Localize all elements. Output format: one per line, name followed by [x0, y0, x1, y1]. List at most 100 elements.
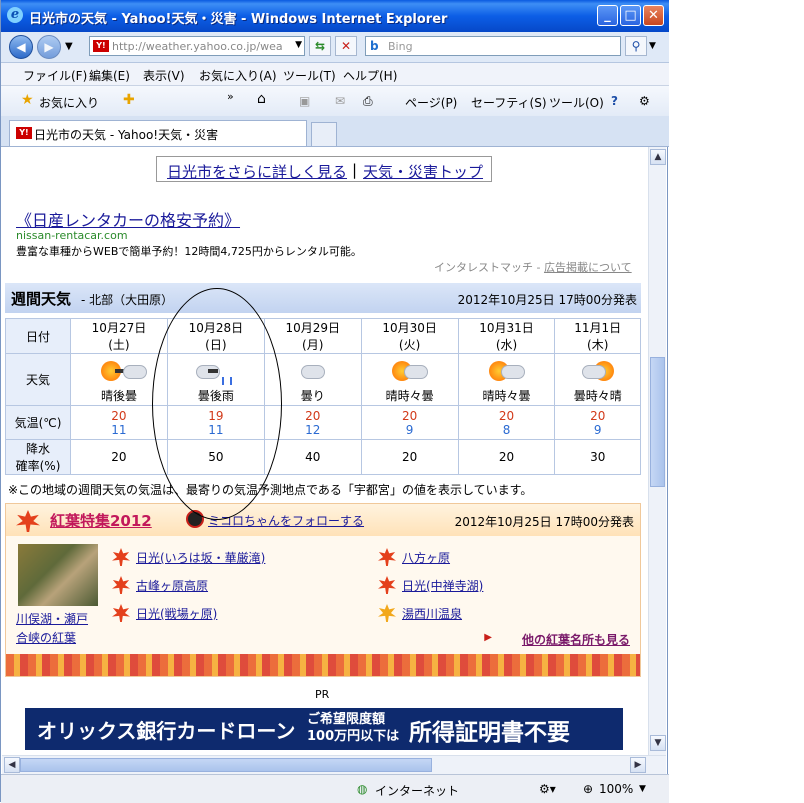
- banner-sub-text: ご希望限度額 100万円以下は: [307, 711, 399, 745]
- ad-url[interactable]: nissan-rentacar.com: [16, 229, 128, 242]
- forward-button[interactable]: ▶: [37, 35, 61, 59]
- spot-link[interactable]: 日光(いろは坂・華厳滝): [136, 549, 265, 566]
- search-button[interactable]: ⚲: [625, 36, 647, 56]
- date-cell: 10月30日 (火): [360, 318, 459, 354]
- photo-caption-link[interactable]: 川俣湖・瀬戸 合峡の紅葉: [16, 610, 88, 648]
- spot-link[interactable]: 古峰ヶ原高原: [136, 577, 208, 594]
- url-field[interactable]: Y! http://weather.yahoo.co.jp/weathe ▼: [89, 36, 305, 56]
- chevron-more-icon[interactable]: »: [227, 90, 234, 103]
- feeds-icon[interactable]: ▣: [299, 94, 310, 108]
- vertical-scroll-thumb[interactable]: [650, 357, 665, 487]
- weather-top-link[interactable]: 天気・災害トップ: [363, 161, 483, 182]
- command-bar: ★ お気に入り ✚ » ⌂ ▣ ✉ ⎙ ページ(P) セーフティ(S) ツール(…: [1, 86, 669, 117]
- spot-link[interactable]: 八方ヶ原: [402, 549, 450, 566]
- weather-text: 曇時々晴: [573, 389, 622, 403]
- internet-zone-icon: ◍: [357, 782, 368, 796]
- search-field[interactable]: b Bing: [365, 36, 621, 56]
- weather-cell: 曇時々晴: [554, 353, 641, 406]
- tab-current[interactable]: Y! 日光市の天気 - Yahoo!天気・災害: [9, 120, 307, 146]
- minimize-button[interactable]: _: [597, 5, 618, 26]
- safety-menu[interactable]: セーフティ(S): [471, 94, 547, 111]
- back-button[interactable]: ◀: [9, 35, 33, 59]
- temp-low: 9: [405, 422, 414, 437]
- menu-file[interactable]: ファイル(F): [23, 67, 87, 84]
- close-button[interactable]: ✕: [643, 5, 664, 26]
- ad-info-link[interactable]: 広告掲載について: [544, 261, 632, 274]
- menu-tools[interactable]: ツール(T): [283, 67, 336, 84]
- detail-link[interactable]: 日光市をさらに詳しく見る: [167, 161, 347, 182]
- scroll-down-icon[interactable]: ▼: [650, 735, 666, 751]
- ad-note-prefix: インタレストマッチ -: [434, 261, 544, 274]
- menu-edit[interactable]: 編集(E): [89, 67, 130, 84]
- row-label-date: 日付: [5, 318, 71, 354]
- menu-favorites[interactable]: お気に入り(A): [199, 67, 277, 84]
- add-favorite-icon[interactable]: ✚: [123, 92, 135, 108]
- zoom-level[interactable]: 100%: [599, 782, 633, 796]
- spot-link[interactable]: 日光(中禅寺湖): [402, 577, 483, 594]
- ad-banner[interactable]: オリックス銀行カードローン ご希望限度額 100万円以下は 所得証明書不要: [25, 708, 623, 750]
- date-cell: 11月1日 (木): [554, 318, 641, 354]
- leaves-decoration: [6, 654, 640, 676]
- menu-bar: ファイル(F) 編集(E) 表示(V) お気に入り(A) ツール(T) ヘルプ(…: [1, 63, 669, 86]
- autumn-title-link[interactable]: 紅葉特集2012: [50, 510, 152, 531]
- rain-cell: 20: [457, 439, 556, 475]
- title-bar: e 日光市の天気 - Yahoo!天気・災害 - Windows Interne…: [1, 0, 669, 32]
- temp-high: 20: [590, 408, 606, 423]
- autumn-header: 紅葉特集2012 ミコロちゃんをフォローする 2012年10月25日 17時00…: [6, 504, 640, 536]
- new-tab-button[interactable]: [311, 122, 337, 146]
- banner-main-text: オリックス銀行カードローン: [37, 719, 296, 743]
- home-icon[interactable]: ⌂: [257, 91, 266, 107]
- research-icon[interactable]: ⚙: [639, 94, 650, 108]
- protected-mode-icon[interactable]: ⚙▾: [539, 782, 556, 796]
- scroll-left-icon[interactable]: ◀: [4, 757, 20, 773]
- photo-caption-1: 川俣湖・瀬戸: [16, 612, 89, 626]
- maple-leaf-icon: [112, 548, 130, 566]
- weekly-header: 週間天気 - 北部（大田原） 2012年10月25日 17時00分発表: [5, 283, 641, 313]
- ad-title-link[interactable]: 《日産レンタカーの格安予約》: [16, 207, 240, 231]
- menu-help[interactable]: ヘルプ(H): [343, 67, 397, 84]
- more-spots-link[interactable]: 他の紅葉名所も見る: [522, 631, 630, 648]
- dow-text: (火): [398, 338, 421, 352]
- rain-cell: 40: [263, 439, 362, 475]
- sun-sometimes-cloud-icon: [390, 359, 430, 385]
- maximize-button[interactable]: □: [620, 5, 641, 26]
- status-bar: ◍ インターネット ⚙▾ ⊕ 100% ▼: [1, 774, 669, 803]
- date-text: 10月29日: [285, 321, 340, 335]
- autumn-photo[interactable]: [18, 544, 98, 606]
- help-icon[interactable]: ?: [611, 94, 618, 108]
- autumn-published: 2012年10月25日 17時00分発表: [454, 515, 634, 529]
- horizontal-scrollbar[interactable]: ◀ ▶: [2, 755, 666, 774]
- page-menu[interactable]: ページ(P): [405, 94, 457, 111]
- print-icon[interactable]: ⎙: [363, 94, 373, 109]
- menu-view[interactable]: 表示(V): [143, 67, 185, 84]
- ad-description: 豊富な車種からWEBで簡単予約！12時間4,725円からレンタル可能。: [16, 245, 362, 258]
- temp-low: 8: [502, 422, 511, 437]
- search-options-icon[interactable]: ▼: [649, 41, 656, 51]
- spot-link[interactable]: 日光(戦場ヶ原): [136, 605, 217, 622]
- ad-note: インタレストマッチ - 広告掲載について: [434, 259, 632, 275]
- stop-button[interactable]: ✕: [335, 36, 357, 56]
- cloud-icon: [293, 359, 333, 385]
- history-dropdown-icon[interactable]: ▼: [65, 41, 73, 52]
- weather-cell: 晴時々曇: [457, 353, 556, 406]
- scroll-right-icon[interactable]: ▶: [630, 757, 646, 773]
- weather-cell: 晴時々曇: [360, 353, 459, 406]
- scroll-up-icon[interactable]: ▲: [650, 149, 666, 165]
- refresh-button[interactable]: ⇆: [309, 36, 331, 56]
- weather-text: 晴後曇: [100, 389, 137, 403]
- mail-icon[interactable]: ✉: [335, 94, 345, 108]
- zone-text: インターネット: [375, 784, 460, 798]
- url-dropdown-icon[interactable]: ▼: [295, 40, 302, 50]
- weekly-title: 週間天気: [11, 290, 72, 308]
- horizontal-scroll-thumb[interactable]: [20, 758, 432, 772]
- tools-menu[interactable]: ツール(O): [549, 94, 604, 111]
- vertical-scrollbar[interactable]: ▲ ▼: [648, 147, 666, 755]
- favorites-button[interactable]: お気に入り: [39, 94, 99, 111]
- banner-sub-1: ご希望限度額: [307, 712, 386, 727]
- zoom-dropdown-icon[interactable]: ▼: [639, 784, 646, 794]
- browser-window: e 日光市の天気 - Yahoo!天気・災害 - Windows Interne…: [0, 0, 669, 803]
- yellow-leaf-icon: [378, 604, 396, 622]
- spot-link[interactable]: 湯西川温泉: [402, 605, 462, 622]
- dow-text: (土): [108, 338, 130, 352]
- favorites-star-icon[interactable]: ★: [21, 92, 34, 108]
